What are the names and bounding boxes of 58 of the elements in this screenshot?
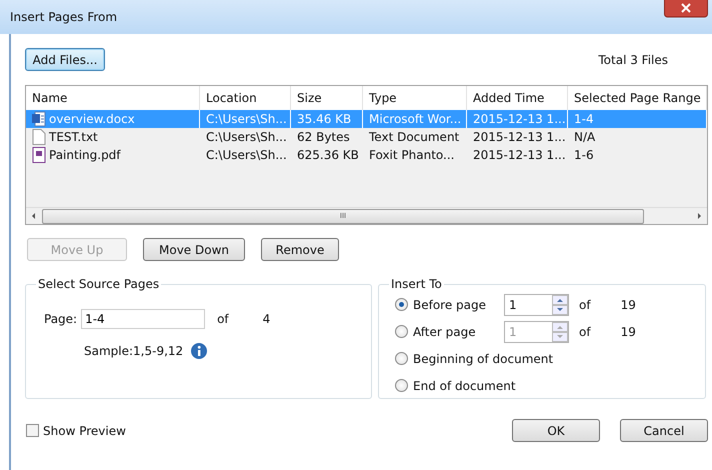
spin-arrows-icon[interactable] — [552, 294, 568, 314]
page-spin-field[interactable]: 1 — [504, 294, 569, 316]
page-total: 19 — [620, 324, 636, 338]
page-label: Page: — [44, 312, 78, 326]
table-cell: C:\Users\Sh... — [200, 110, 291, 128]
group-title: Insert To — [390, 277, 443, 291]
table-cell: 1-4 — [568, 110, 707, 128]
table-cell-text: N/A — [573, 129, 596, 146]
radio-button[interactable] — [395, 325, 408, 338]
radio-button[interactable] — [395, 298, 408, 311]
table-cell-text: 2015-12-13 1... — [472, 129, 567, 146]
table-cell-text: 2015-12-13 1... — [472, 147, 567, 164]
of-label: of — [579, 324, 591, 338]
of-label: of — [217, 312, 229, 326]
sample-hint: Sample:1,5-9,12 — [84, 344, 184, 358]
option-label: Beginning of document — [413, 352, 554, 366]
word-document-icon — [32, 111, 46, 127]
checkbox[interactable] — [26, 424, 39, 437]
column-header[interactable]: Type — [363, 86, 467, 110]
list-action-button[interactable]: Remove — [261, 238, 339, 261]
option-label: After page — [413, 324, 477, 338]
page-total: 19 — [620, 298, 636, 312]
column-header[interactable]: Size — [291, 86, 363, 110]
option-label: End of document — [413, 378, 516, 392]
of-label: of — [579, 298, 591, 312]
table-cell-text: Foxit Phanto... — [368, 147, 456, 164]
table-cell-text: 1-6 — [573, 147, 595, 164]
table-cell: 35.46 KB — [291, 110, 363, 128]
show-preview-label: Show Preview — [43, 424, 126, 438]
text-file-icon — [32, 129, 46, 145]
column-header[interactable]: Location — [200, 86, 291, 110]
table-cell-text: 62 Bytes — [296, 129, 351, 146]
pdf-file-icon — [32, 147, 46, 163]
ok-button[interactable]: OK — [512, 419, 600, 442]
table-cell-text: C:\Users\Sh... — [205, 147, 288, 164]
page-range-field[interactable]: 1-4 — [81, 309, 206, 329]
add-files-button[interactable]: Add Files... — [25, 48, 105, 71]
total-files-count: Total 3 Files — [598, 52, 668, 66]
radio-button[interactable] — [395, 352, 408, 365]
file-name-cell[interactable]: TEST.txt — [26, 128, 200, 146]
table-cell: Microsoft Wor... — [363, 110, 467, 128]
table-cell-text: 625.36 KB — [296, 147, 360, 164]
close-icon[interactable] — [664, 0, 708, 18]
option-label: Before page — [413, 298, 488, 312]
table-cell: 2015-12-13 1... — [467, 110, 568, 128]
file-name-cell[interactable]: Painting.pdf — [26, 146, 200, 164]
cancel-button[interactable]: Cancel — [620, 419, 708, 442]
window-title: Insert Pages From — [10, 10, 118, 24]
list-action-button[interactable]: Move Down — [143, 238, 245, 261]
table-cell-text: C:\Users\Sh... — [205, 129, 288, 146]
group-title: Select Source Pages — [37, 277, 160, 291]
column-header[interactable]: Selected Page Range — [568, 86, 707, 110]
info-icon[interactable] — [191, 343, 208, 359]
radio-button[interactable] — [395, 379, 408, 392]
page-total: 4 — [262, 312, 270, 326]
table-cell-text: Text Document — [368, 129, 460, 146]
column-header[interactable]: Name — [26, 86, 200, 110]
column-header[interactable]: Added Time — [467, 86, 568, 110]
